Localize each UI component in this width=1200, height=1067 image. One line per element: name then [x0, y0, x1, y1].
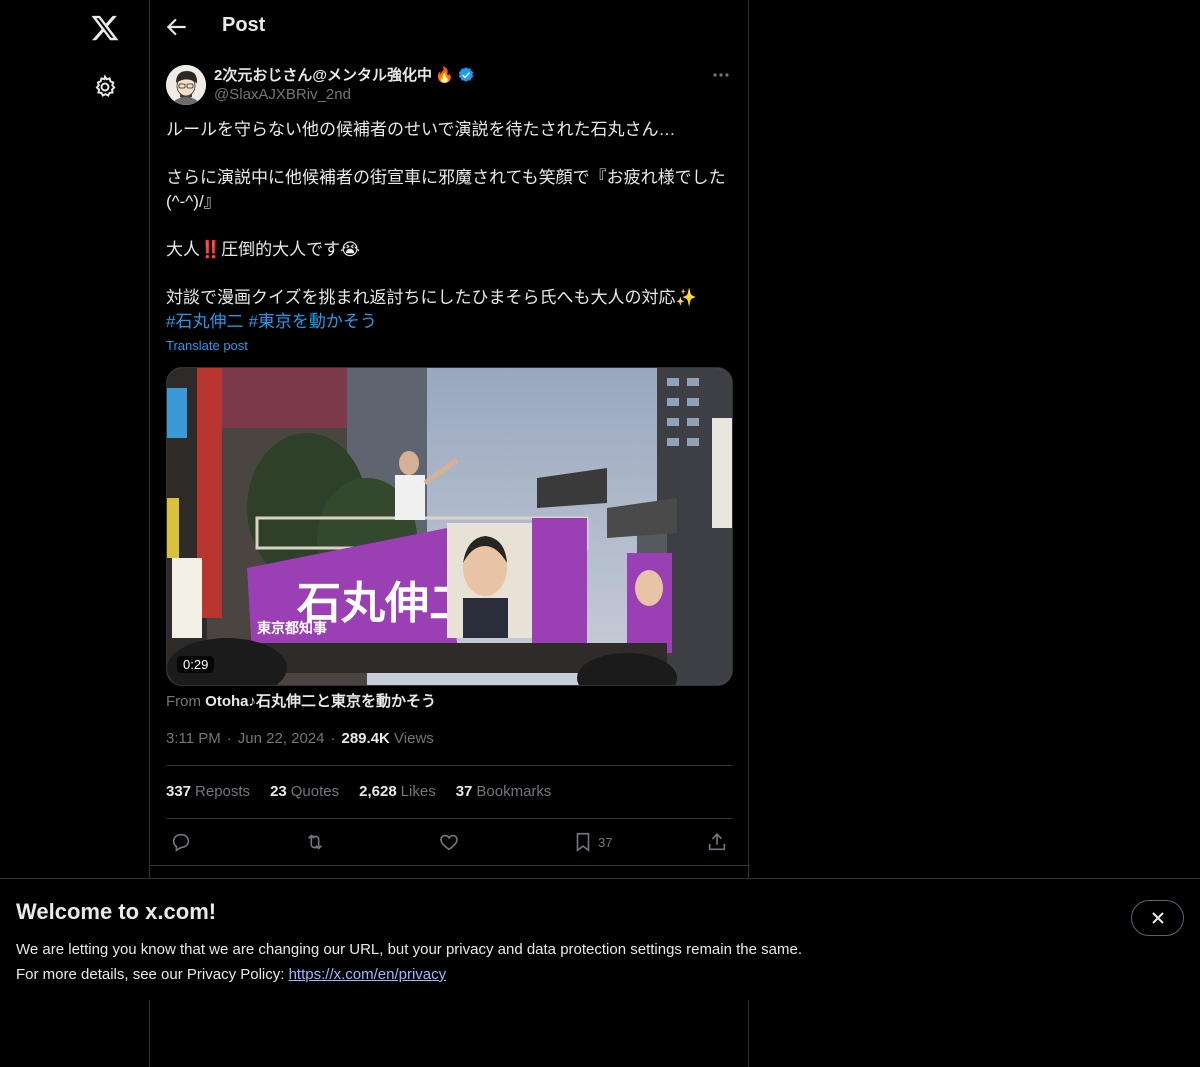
post-text: ルールを守らない他の候補者のせいで演説を待たされた石丸さん… さらに演説中に他候… — [166, 120, 726, 307]
source-account-link[interactable]: Otoha♪石丸伸二と東京を動かそう — [205, 693, 436, 710]
like-icon — [440, 834, 458, 851]
from-label: From — [166, 693, 201, 710]
hashtags: #石丸伸二 #東京を動かそう — [166, 310, 377, 334]
author-handle[interactable]: @SlaxAJXBRiv_2nd — [214, 86, 351, 103]
banner-line-2: For more details, see our Privacy Policy… — [16, 966, 447, 983]
engagement-stats: 337 Reposts 23 Quotes 2,628 Likes 37 Bookmar… — [166, 783, 551, 800]
video-thumbnail: 石丸伸二 東京都知事 — [167, 368, 732, 685]
post-date[interactable]: Jun 22, 2024 — [238, 730, 325, 747]
url-change-banner: Welcome to x.com! We are letting you kno… — [0, 878, 1200, 1000]
action-bar: 37 — [166, 830, 733, 854]
video-duration: 0:29 — [177, 656, 215, 673]
verified-badge-icon[interactable] — [457, 66, 475, 84]
bookmark-count: 37 — [598, 834, 613, 850]
banner-title: Welcome to x.com! — [16, 899, 217, 924]
post-meta: 3:11 PM · Jun 22, 2024 · 289.4K Views — [166, 730, 434, 747]
meta-separator: · — [330, 730, 336, 747]
video-player[interactable]: 石丸伸二 東京都知事 0:29 — [166, 367, 733, 686]
back-arrow-icon[interactable] — [164, 14, 190, 40]
share-button[interactable] — [706, 830, 728, 854]
quotes-stat[interactable]: 23 Quotes — [270, 783, 339, 800]
meta-separator: · — [226, 730, 232, 747]
repost-icon — [307, 834, 323, 850]
privacy-policy-link[interactable]: https://x.com/en/privacy — [289, 966, 447, 983]
banner-line-1: We are letting you know that we are chan… — [16, 941, 802, 958]
post-time[interactable]: 3:11 PM — [166, 730, 221, 747]
translate-post-link[interactable]: Translate post — [166, 338, 248, 353]
reposts-stat[interactable]: 337 Reposts — [166, 783, 250, 800]
hashtag-link[interactable]: #東京を動かそう — [248, 310, 376, 334]
more-icon[interactable] — [708, 64, 734, 86]
share-icon — [708, 833, 726, 851]
bookmarks-stat[interactable]: 37 Bookmarks — [456, 783, 552, 800]
author-row: 2次元おじさん@メンタル強化中 🔥 @SlaxAJXBRiv_2nd — [166, 64, 734, 108]
banner-text: We are letting you know that we are chan… — [16, 937, 802, 987]
avatar[interactable] — [166, 65, 206, 105]
divider — [150, 865, 750, 866]
reply-button[interactable] — [170, 830, 192, 854]
truck-sign-sub: 東京都知事 — [257, 620, 327, 637]
views-label: Views — [394, 730, 434, 747]
bookmark-icon — [576, 832, 590, 852]
close-banner-button[interactable] — [1131, 900, 1184, 936]
divider — [166, 818, 733, 819]
fire-emoji: 🔥 — [434, 66, 454, 84]
page-title: Post — [222, 14, 266, 36]
media-source: From Otoha♪石丸伸二と東京を動かそう — [166, 690, 436, 711]
repost-button[interactable] — [304, 830, 326, 854]
hashtag-link[interactable]: #石丸伸二 — [166, 310, 243, 334]
x-logo-icon[interactable] — [90, 13, 120, 43]
divider — [166, 765, 733, 766]
like-button[interactable] — [438, 830, 460, 854]
reply-icon — [172, 833, 190, 852]
close-icon — [1151, 912, 1164, 924]
views-count: 289.4K — [341, 730, 390, 747]
likes-stat[interactable]: 2,628 Likes — [359, 783, 436, 800]
post-header: Post — [150, 0, 750, 53]
bookmark-button[interactable]: 37 — [572, 830, 612, 854]
display-name[interactable]: 2次元おじさん@メンタル強化中 — [214, 64, 432, 85]
name-row: 2次元おじさん@メンタル強化中 🔥 — [214, 64, 475, 85]
settings-gear-icon[interactable] — [92, 74, 118, 100]
